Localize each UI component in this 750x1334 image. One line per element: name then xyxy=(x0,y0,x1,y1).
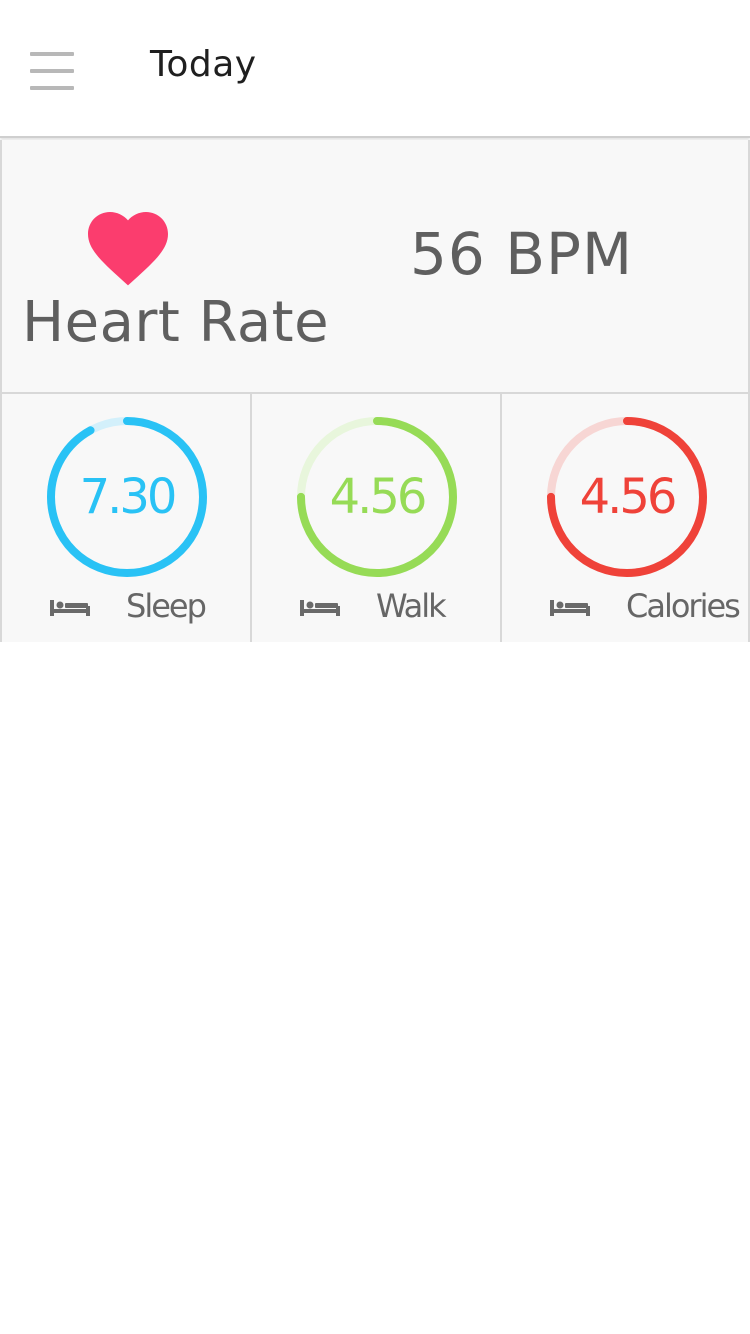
app-screen: Today Heart Rate 56 BPM 7.30 Sleep 4.56 … xyxy=(0,0,750,1334)
stat-card-calories[interactable]: 4.56 Calories xyxy=(500,392,750,642)
stat-card-sleep[interactable]: 7.30 Sleep xyxy=(0,392,250,642)
page-title: Today xyxy=(150,44,257,85)
heart-rate-value: 56 BPM xyxy=(410,220,634,288)
stat-card-walk[interactable]: 4.56 Walk xyxy=(250,392,500,642)
calories-label: Calories xyxy=(626,587,741,625)
heart-rate-label: Heart Rate xyxy=(22,290,330,355)
app-header: Today xyxy=(0,0,750,138)
heart-rate-card[interactable]: Heart Rate 56 BPM xyxy=(0,140,750,394)
sleep-value: 7.30 xyxy=(79,469,178,525)
bed-icon xyxy=(300,600,340,616)
stats-row: 7.30 Sleep 4.56 Walk 4.56 Calories xyxy=(0,392,750,642)
sleep-label: Sleep xyxy=(126,587,207,625)
calories-value: 4.56 xyxy=(579,469,678,525)
bed-icon xyxy=(550,600,590,616)
bed-icon xyxy=(50,600,90,616)
hamburger-menu-icon[interactable] xyxy=(26,48,78,94)
heart-icon xyxy=(88,212,168,286)
walk-label: Walk xyxy=(376,587,447,625)
walk-value: 4.56 xyxy=(329,469,428,525)
